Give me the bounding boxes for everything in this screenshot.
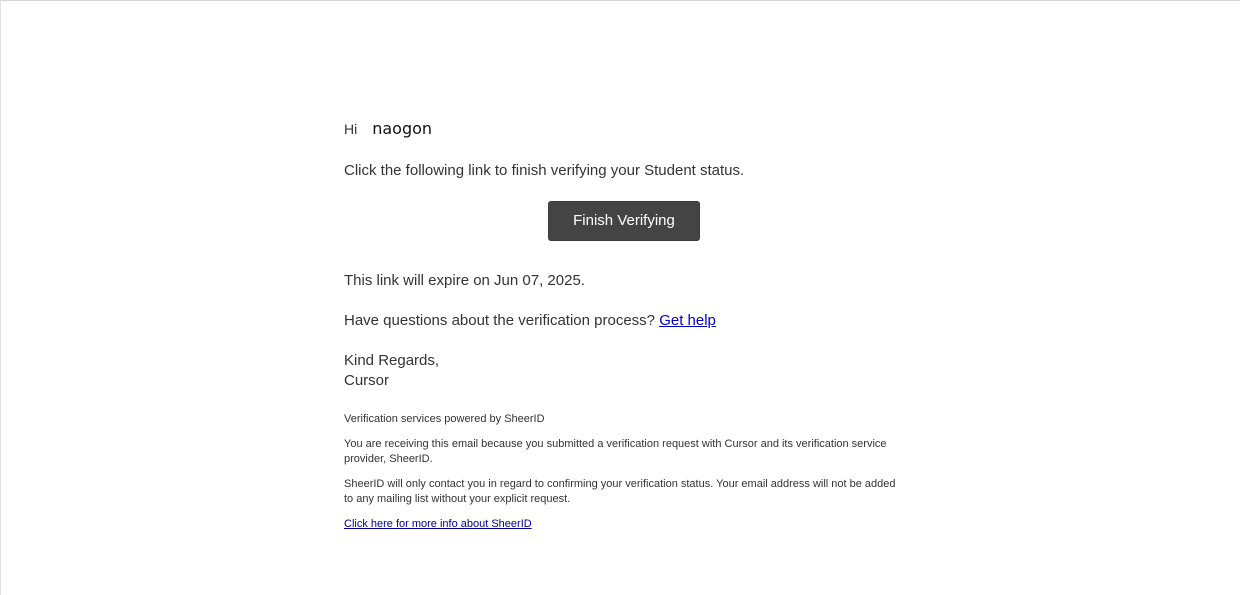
greeting-line: Hi naogon [344, 119, 904, 143]
sheerid-info-link[interactable]: Click here for more info about SheerID [344, 518, 532, 530]
expiry-text: This link will expire on Jun 07, 2025. [344, 272, 585, 289]
greeting-word: Hi [344, 121, 358, 137]
finish-verifying-button[interactable]: Finish Verifying [548, 201, 700, 241]
sign-off-text: Kind Regards, [344, 352, 440, 369]
recipient-name: naogon [372, 119, 433, 138]
powered-by-text: Verification services powered by SheerID [344, 413, 545, 425]
reason-text: You are receiving this email because you… [344, 438, 887, 465]
intro-text: Click the following link to finish verif… [344, 162, 745, 179]
button-row: Finish Verifying [344, 201, 904, 241]
privacy-text: SheerID will only contact you in regard … [344, 478, 896, 505]
info-link-line: Click here for more info about SheerID [344, 517, 904, 532]
email-footer: Verification services powered by SheerID… [344, 412, 904, 532]
questions-line: Have questions about the verification pr… [344, 311, 904, 331]
email-body: Hi naogon Click the following link to fi… [344, 119, 904, 532]
sign-off-block: Kind Regards, Cursor [344, 351, 904, 391]
questions-text: Have questions about the verification pr… [344, 312, 656, 329]
get-help-link[interactable]: Get help [659, 312, 716, 329]
email-viewer-frame: Hi naogon Click the following link to fi… [0, 0, 1240, 595]
sender-name: Cursor [344, 372, 390, 389]
